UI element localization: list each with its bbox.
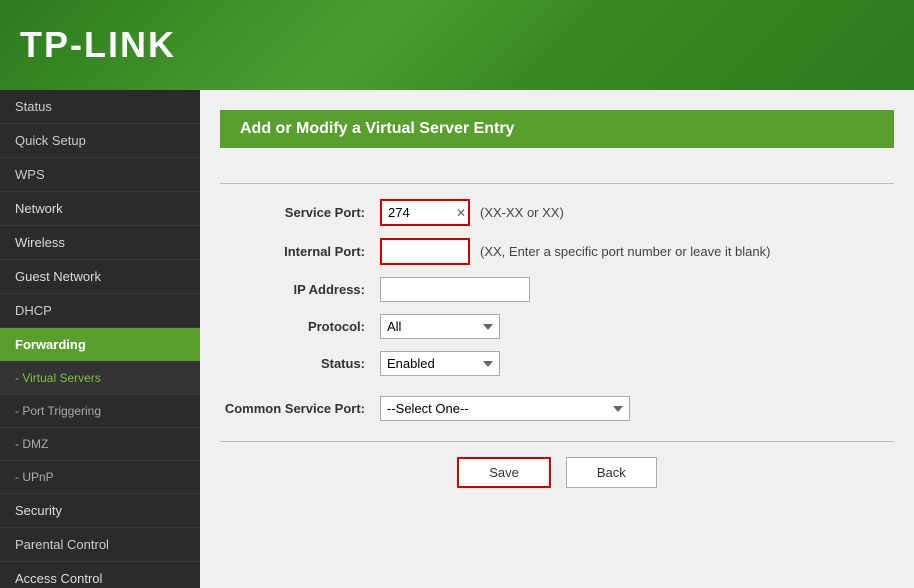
back-button[interactable]: Back xyxy=(566,457,657,488)
internal-port-hint: (XX, Enter a specific port number or lea… xyxy=(480,244,770,259)
sidebar-item-wireless[interactable]: Wireless xyxy=(0,226,200,260)
common-service-port-label: Common Service Port: xyxy=(220,401,380,416)
buttons-row: Save Back xyxy=(220,441,894,498)
protocol-row: Protocol: All TCP UDP TCP/UDP xyxy=(220,314,894,339)
internal-port-row: Internal Port: (XX, Enter a specific por… xyxy=(220,238,894,265)
save-button[interactable]: Save xyxy=(457,457,551,488)
sidebar-item-security[interactable]: Security xyxy=(0,494,200,528)
ip-address-input[interactable] xyxy=(380,277,530,302)
status-label: Status: xyxy=(220,356,380,371)
logo-label: TP-LINK xyxy=(20,24,176,65)
internal-port-input[interactable] xyxy=(380,238,470,265)
sidebar-item-virtual-servers[interactable]: - Virtual Servers xyxy=(0,362,200,395)
common-service-port-select[interactable]: --Select One-- DNS FTP HTTP HTTPS IMAP L… xyxy=(380,396,630,421)
ip-address-label: IP Address: xyxy=(220,282,380,297)
status-row: Status: Enabled Disabled xyxy=(220,351,894,376)
internal-port-label: Internal Port: xyxy=(220,244,380,259)
service-port-label: Service Port: xyxy=(220,205,380,220)
sidebar-item-parental-control[interactable]: Parental Control xyxy=(0,528,200,562)
top-divider xyxy=(220,183,894,184)
sidebar-item-access-control[interactable]: Access Control xyxy=(0,562,200,588)
service-port-wrapper: ✕ xyxy=(380,199,470,226)
form-container: Service Port: ✕ (XX-XX or XX) Internal P… xyxy=(200,158,914,508)
main-layout: Status Quick Setup WPS Network Wireless … xyxy=(0,90,914,588)
sidebar-item-dhcp[interactable]: DHCP xyxy=(0,294,200,328)
sidebar-item-status[interactable]: Status xyxy=(0,90,200,124)
sidebar-item-dmz[interactable]: - DMZ xyxy=(0,428,200,461)
protocol-label: Protocol: xyxy=(220,319,380,334)
sidebar-item-upnp[interactable]: - UPnP xyxy=(0,461,200,494)
status-select[interactable]: Enabled Disabled xyxy=(380,351,500,376)
common-service-port-row: Common Service Port: --Select One-- DNS … xyxy=(220,396,894,421)
sidebar: Status Quick Setup WPS Network Wireless … xyxy=(0,90,200,588)
sidebar-item-guest-network[interactable]: Guest Network xyxy=(0,260,200,294)
ip-address-row: IP Address: xyxy=(220,277,894,302)
service-port-hint: (XX-XX or XX) xyxy=(480,205,564,220)
logo: TP-LINK xyxy=(20,24,176,66)
sidebar-item-wps[interactable]: WPS xyxy=(0,158,200,192)
service-port-row: Service Port: ✕ (XX-XX or XX) xyxy=(220,199,894,226)
sidebar-item-port-triggering[interactable]: - Port Triggering xyxy=(0,395,200,428)
protocol-select[interactable]: All TCP UDP TCP/UDP xyxy=(380,314,500,339)
sidebar-item-network[interactable]: Network xyxy=(0,192,200,226)
service-port-clear-button[interactable]: ✕ xyxy=(456,207,466,219)
header: TP-LINK xyxy=(0,0,914,90)
page-title-bar: Add or Modify a Virtual Server Entry xyxy=(220,110,894,148)
content-area: Add or Modify a Virtual Server Entry Ser… xyxy=(200,90,914,588)
page-title: Add or Modify a Virtual Server Entry xyxy=(240,120,514,137)
sidebar-item-forwarding[interactable]: Forwarding xyxy=(0,328,200,362)
sidebar-item-quick-setup[interactable]: Quick Setup xyxy=(0,124,200,158)
